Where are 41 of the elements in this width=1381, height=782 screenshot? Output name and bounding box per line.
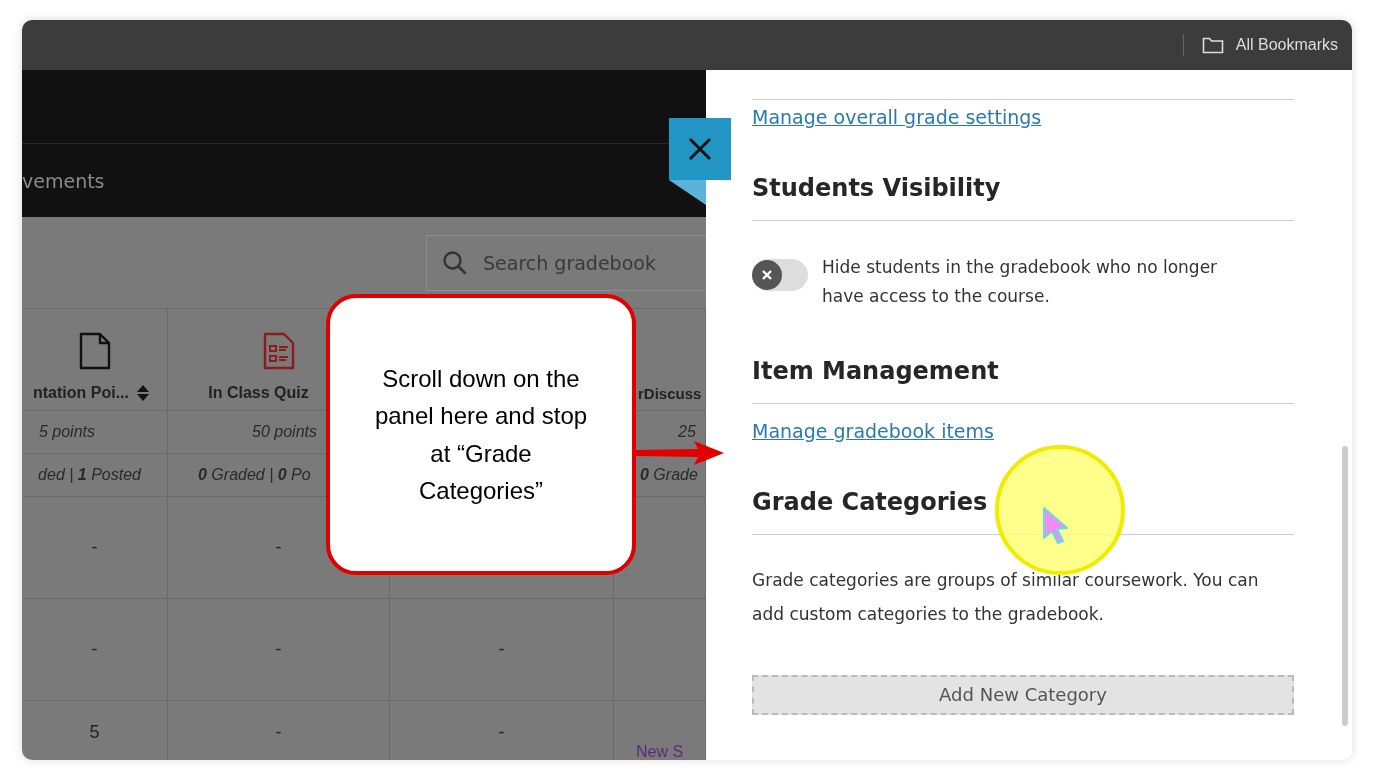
- grade-value: 5: [89, 721, 100, 743]
- add-category-button[interactable]: Add New Category: [752, 674, 1294, 715]
- points-label: 5 points: [38, 423, 95, 441]
- column-header[interactable]: rDiscuss: [638, 385, 702, 402]
- sort-icon[interactable]: [137, 385, 149, 401]
- grade-value: -: [498, 721, 505, 743]
- grade-value: -: [275, 537, 282, 558]
- toggle-switch[interactable]: [752, 259, 808, 291]
- points-label: 25: [678, 423, 696, 441]
- grade-value: -: [91, 639, 98, 660]
- grade-value: -: [498, 639, 505, 660]
- section-heading: Students Visibility: [752, 174, 1294, 221]
- callout-text: Scroll down on the panel here and stop at “Grade Categories”: [373, 364, 589, 506]
- settings-link[interactable]: Manage overall grade settings: [752, 106, 1042, 128]
- folder-icon: [1201, 36, 1224, 54]
- search-field[interactable]: Search gradebook: [426, 234, 706, 291]
- settings-link[interactable]: Manage gradebook items: [752, 419, 994, 442]
- search-icon: [442, 249, 468, 276]
- grading-status: 0 Graded | 0 Po: [198, 466, 311, 484]
- panel-tab-fold: [669, 180, 706, 205]
- points-label: 50 points: [252, 423, 317, 441]
- quiz-icon: [262, 332, 295, 370]
- section-heading: Item Management: [752, 356, 1294, 404]
- grade-value: -: [91, 537, 98, 558]
- close-icon: [688, 137, 712, 161]
- description-text: Grade categories are groups of similar coursework. You can add custom categories to the gradebook.: [752, 568, 1260, 626]
- close-button[interactable]: [669, 118, 731, 180]
- grading-status: 0 Grade: [640, 466, 698, 484]
- document-icon: [78, 332, 111, 370]
- cursor-icon: [1041, 505, 1071, 545]
- x-icon: [761, 269, 773, 281]
- column-header[interactable]: In Class Quiz: [208, 384, 309, 402]
- scrollbar[interactable]: [1342, 446, 1348, 726]
- grade-value: -: [275, 639, 282, 660]
- submission-link[interactable]: New S: [635, 743, 684, 760]
- all-bookmarks-button[interactable]: All Bookmarks: [1197, 32, 1342, 58]
- nav-tab[interactable]: vements: [22, 169, 105, 192]
- toggle-label: Hide students in the gradebook who no longer have access to the course.: [822, 256, 1219, 308]
- grading-status: ded | 1 Posted: [38, 466, 141, 484]
- grade-value: -: [275, 721, 282, 743]
- column-header[interactable]: ntation Poi...: [33, 384, 149, 402]
